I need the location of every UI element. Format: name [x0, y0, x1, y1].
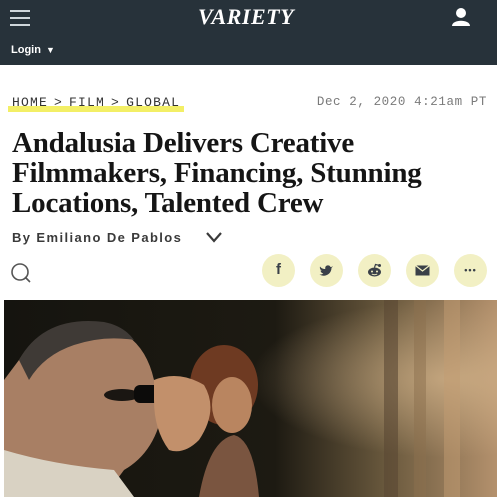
author-byline[interactable]: By Emiliano De Pablos: [12, 230, 182, 245]
caret-down-icon: ▼: [45, 45, 55, 55]
variety-logo[interactable]: VARIETY: [198, 3, 294, 31]
breadcrumb-home[interactable]: HOME: [12, 95, 48, 110]
facebook-icon: f: [276, 261, 281, 278]
publish-date: Dec 2, 2020 4:21am PT: [316, 95, 487, 109]
more-share-button[interactable]: •••: [454, 254, 487, 287]
login-label: Login: [11, 44, 41, 56]
top-nav-bar: VARIETY Login ▼: [0, 0, 497, 65]
breadcrumb-separator: >: [111, 95, 121, 110]
menu-icon[interactable]: [10, 7, 32, 27]
twitter-icon: [319, 265, 333, 276]
email-icon: [415, 265, 430, 276]
breadcrumb-global[interactable]: GLOBAL: [126, 95, 180, 110]
hero-image: [4, 300, 497, 497]
more-icon: •••: [464, 265, 477, 275]
login-button[interactable]: Login ▼: [11, 44, 55, 56]
breadcrumb-film[interactable]: FILM: [69, 95, 105, 110]
email-share-button[interactable]: [406, 254, 439, 287]
article-headline: Andalusia Delivers Creative Filmmakers, …: [12, 127, 422, 219]
comment-icon[interactable]: [10, 262, 32, 284]
user-icon[interactable]: [450, 6, 472, 28]
twitter-share-button[interactable]: [310, 254, 343, 287]
reddit-share-button[interactable]: [358, 254, 391, 287]
reddit-icon: [368, 263, 381, 277]
chevron-down-icon[interactable]: [205, 230, 223, 244]
facebook-share-button[interactable]: f: [262, 254, 295, 287]
breadcrumb-separator: >: [54, 95, 64, 110]
breadcrumb: HOME > FILM > GLOBAL: [8, 94, 185, 114]
